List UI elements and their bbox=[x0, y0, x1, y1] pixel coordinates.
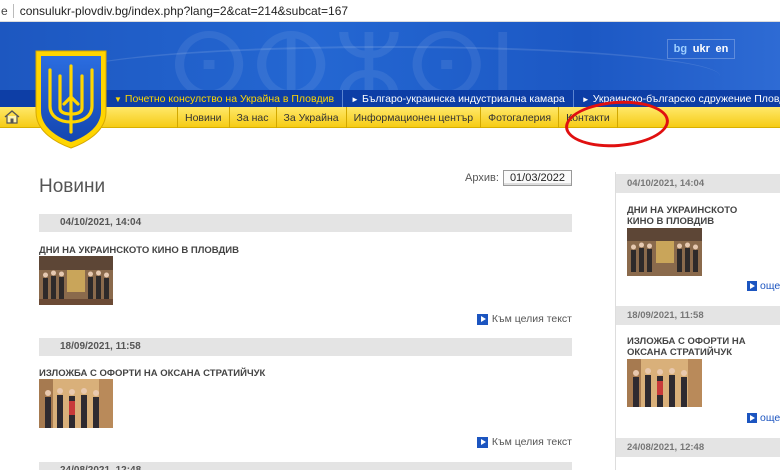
sidebar-date-header: 04/10/2021, 14:04 bbox=[616, 174, 780, 193]
address-bar-prefix: e bbox=[1, 3, 8, 18]
banner-wave bbox=[60, 46, 720, 90]
archive-picker: Архив: 01/03/2022 bbox=[465, 170, 572, 186]
sidebar-news: 04/10/2021, 14:04 ДНИ НА УКРАИНСКОТО КИН… bbox=[615, 172, 780, 470]
menu-item-ukraine[interactable]: За Украйна bbox=[277, 107, 347, 128]
top-link-label: Българо-украинска индустриална камара bbox=[361, 92, 565, 105]
play-arrow-icon bbox=[747, 413, 757, 423]
address-bar[interactable]: e consulukr-plovdiv.bg/index.php?lang=2&… bbox=[0, 0, 780, 22]
news-date-header: 24/08/2021, 12:48 bbox=[39, 462, 572, 470]
top-link-label: Почетно консулство на Украйна в Пловдив bbox=[124, 92, 335, 105]
top-links-strip: ▼ Почетно консулство на Украйна в Пловдив… bbox=[0, 90, 780, 107]
divider bbox=[342, 90, 344, 107]
menu-item-about[interactable]: За нас bbox=[230, 107, 277, 128]
lang-bg[interactable]: bg bbox=[674, 43, 687, 55]
play-arrow-icon bbox=[476, 313, 488, 325]
top-link-consulate[interactable]: ▼ Почетно консулство на Украйна в Пловдив bbox=[114, 93, 334, 105]
archive-label: Архив: bbox=[465, 172, 499, 184]
read-more-link[interactable]: Към целия текст bbox=[476, 313, 572, 325]
page-title: Новини bbox=[39, 176, 106, 197]
news-date-header: 18/09/2021, 11:58 bbox=[39, 338, 572, 356]
sidebar-thumbnail[interactable] bbox=[627, 359, 702, 407]
language-switcher: bg ukr en bbox=[667, 39, 735, 59]
menu-item-gallery[interactable]: Фотогалерия bbox=[481, 107, 560, 128]
arrow-right-icon: ► bbox=[351, 94, 359, 104]
read-more-label: Към целия текст bbox=[491, 313, 572, 325]
arrow-right-icon: ► bbox=[581, 94, 590, 104]
sidebar-more-link[interactable]: още bbox=[747, 412, 780, 424]
top-link-chamber[interactable]: ► Българо-украинска индустриална камара bbox=[351, 93, 565, 105]
archive-date-field[interactable]: 01/03/2022 bbox=[502, 170, 572, 186]
sidebar-more-label: още bbox=[760, 280, 780, 292]
arrow-right-icon: ▼ bbox=[114, 94, 122, 104]
address-bar-divider bbox=[12, 3, 14, 18]
site-banner: ⵙⵀⵣⵙⵏ bg ukr en bbox=[0, 22, 780, 90]
read-more-link[interactable]: Към целия текст bbox=[476, 436, 572, 448]
news-title[interactable]: ИЗЛОЖБА С ОФОРТИ НА ОКСАНА СТРАТИЙЧУК bbox=[39, 368, 265, 379]
sidebar-thumbnail[interactable] bbox=[627, 228, 702, 276]
sidebar-date-header: 18/09/2021, 11:58 bbox=[616, 306, 780, 325]
sidebar-news-title[interactable]: ДНИ НА УКРАИНСКОТО КИНО В ПЛОВДИВ bbox=[627, 205, 757, 227]
divider bbox=[572, 90, 574, 107]
read-more-label: Към целия текст bbox=[491, 436, 572, 448]
play-arrow-icon bbox=[747, 281, 757, 291]
lang-ukr[interactable]: ukr bbox=[693, 43, 710, 55]
home-icon[interactable] bbox=[4, 110, 20, 124]
sidebar-news-title[interactable]: ИЗЛОЖБА С ОФОРТИ НА ОКСАНА СТРАТИЙЧУК bbox=[627, 336, 757, 358]
lang-en[interactable]: en bbox=[716, 43, 729, 55]
sidebar-more-link[interactable]: още bbox=[747, 280, 780, 292]
menu-item-news[interactable]: Новини bbox=[177, 107, 230, 128]
url-text[interactable]: consulukr-plovdiv.bg/index.php?lang=2&ca… bbox=[20, 4, 348, 18]
sidebar-more-label: още bbox=[760, 412, 780, 424]
menu-item-info-center[interactable]: Информационен център bbox=[347, 107, 482, 128]
news-date-header: 04/10/2021, 14:04 bbox=[39, 214, 572, 232]
sidebar-date-header: 24/08/2021, 12:48 bbox=[616, 438, 780, 457]
coat-of-arms-logo[interactable] bbox=[33, 48, 109, 150]
play-arrow-icon bbox=[476, 436, 488, 448]
news-thumbnail[interactable] bbox=[39, 256, 113, 305]
news-thumbnail[interactable] bbox=[39, 379, 113, 428]
news-title[interactable]: ДНИ НА УКРАИНСКОТО КИНО В ПЛОВДИВ bbox=[39, 245, 239, 256]
